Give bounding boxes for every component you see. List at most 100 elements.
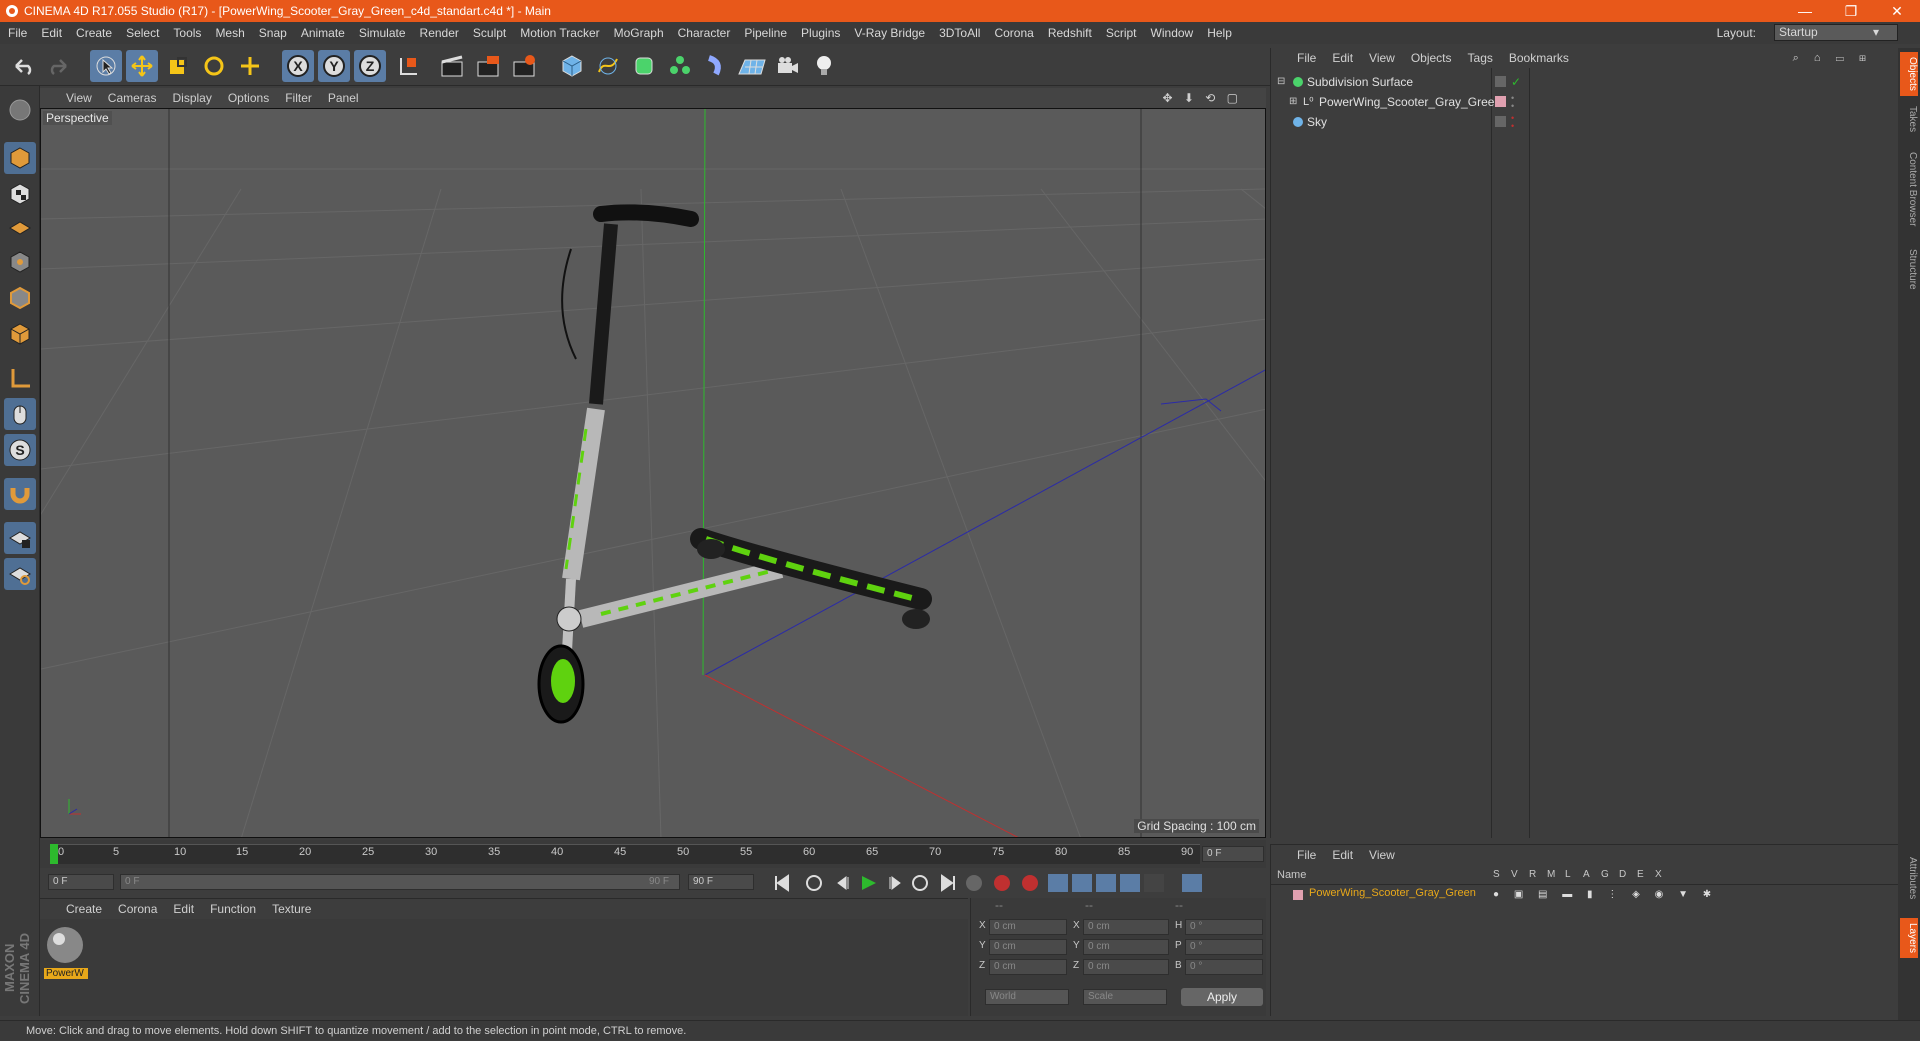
tab-takes[interactable]: Takes (1900, 104, 1918, 134)
add-spline-button[interactable] (592, 50, 624, 82)
tab-content-browser[interactable]: Content Browser (1900, 144, 1918, 234)
minimize-button[interactable]: — (1782, 0, 1828, 22)
material-menu-edit[interactable]: Edit (173, 902, 194, 916)
rotate-tool-button[interactable] (198, 50, 230, 82)
polygons-mode-button[interactable] (4, 318, 36, 350)
menu-window[interactable]: Window (1151, 26, 1194, 40)
menu-motion-tracker[interactable]: Motion Tracker (520, 26, 599, 40)
viewport-nav-icons[interactable]: ✥ ⬇ ⟲ ▢ (1162, 91, 1242, 105)
visibility-icon[interactable] (1495, 116, 1506, 127)
undo-button[interactable] (8, 50, 40, 82)
layers-menu-edit[interactable]: Edit (1332, 848, 1353, 862)
add-mograph-button[interactable] (664, 50, 696, 82)
menu-sculpt[interactable]: Sculpt (473, 26, 506, 40)
size-mode-select[interactable]: Scale (1083, 989, 1167, 1005)
y-axis-lock-button[interactable]: Y (318, 50, 350, 82)
menu-script[interactable]: Script (1106, 26, 1137, 40)
points-mode-button[interactable] (4, 246, 36, 278)
material-menu-corona[interactable]: Corona (118, 902, 157, 916)
end-frame-field[interactable]: 90 F (688, 874, 754, 890)
add-light-button[interactable] (808, 50, 840, 82)
menu-snap[interactable]: Snap (259, 26, 287, 40)
render-picture-viewer-button[interactable] (472, 50, 504, 82)
add-cube-button[interactable] (556, 50, 588, 82)
layers-menu-file[interactable]: File (1297, 848, 1316, 862)
workplane-lock-button[interactable] (4, 522, 36, 554)
z-axis-lock-button[interactable]: Z (354, 50, 386, 82)
model-mode-button[interactable] (4, 142, 36, 174)
object-row-sky[interactable]: Sky • • (1271, 112, 1899, 132)
visibility-icon[interactable] (1495, 76, 1506, 87)
menu-help[interactable]: Help (1207, 26, 1232, 40)
playhead-marker[interactable] (50, 844, 58, 864)
snap-button[interactable]: S (4, 434, 36, 466)
viewport-menu-cameras[interactable]: Cameras (108, 91, 157, 105)
material-menu-create[interactable]: Create (66, 902, 102, 916)
material-menu-function[interactable]: Function (210, 902, 256, 916)
menu-file[interactable]: File (8, 26, 27, 40)
workplane-mode-button[interactable] (4, 210, 36, 242)
expand-icon[interactable]: ⊞ (1289, 92, 1297, 112)
add-environment-button[interactable] (736, 50, 768, 82)
menu-mograph[interactable]: MoGraph (614, 26, 664, 40)
viewport-menu-filter[interactable]: Filter (285, 91, 312, 105)
axis-mode-button[interactable] (4, 362, 36, 394)
menu-corona[interactable]: Corona (994, 26, 1033, 40)
position-y-field[interactable]: 0 cm (989, 939, 1067, 955)
objects-menu-tags[interactable]: Tags (1468, 51, 1493, 65)
move-tool-button[interactable] (126, 50, 158, 82)
menu-edit[interactable]: Edit (41, 26, 62, 40)
add-deformer-button[interactable] (700, 50, 732, 82)
material-menu-texture[interactable]: Texture (272, 902, 311, 916)
coordinate-space-select[interactable]: World (985, 989, 1069, 1005)
rotation-b-field[interactable]: 0 ° (1185, 959, 1263, 975)
render-settings-button[interactable] (508, 50, 540, 82)
add-generator-button[interactable] (628, 50, 660, 82)
position-x-field[interactable]: 0 cm (989, 919, 1067, 935)
tab-objects[interactable]: Objects (1900, 52, 1918, 96)
timeline-ruler[interactable]: 0 5 10 15 20 25 30 35 40 45 50 55 60 65 … (40, 840, 1266, 868)
menu-create[interactable]: Create (76, 26, 112, 40)
layer-toggle-icons[interactable]: ● ▣ ▤ ▬ ▮ ⋮ ◈ ◉ ▼ ✱ (1493, 889, 1717, 900)
tab-layers[interactable]: Layers (1900, 918, 1918, 958)
rotation-h-field[interactable]: 0 ° (1185, 919, 1263, 935)
texture-mode-button[interactable] (4, 178, 36, 210)
menu-character[interactable]: Character (678, 26, 731, 40)
add-camera-button[interactable] (772, 50, 804, 82)
magnet-button[interactable] (4, 478, 36, 510)
layer-color-icon[interactable] (1495, 96, 1506, 107)
position-z-field[interactable]: 0 cm (989, 959, 1067, 975)
live-selection-button[interactable] (90, 50, 122, 82)
material-swatch[interactable]: PowerW (44, 925, 88, 979)
size-y-field[interactable]: 0 cm (1083, 939, 1169, 955)
workplane-align-button[interactable] (4, 558, 36, 590)
layers-menu-view[interactable]: View (1369, 848, 1395, 862)
objects-menu-edit[interactable]: Edit (1332, 51, 1353, 65)
scale-tool-button[interactable] (162, 50, 194, 82)
tweak-mode-button[interactable] (4, 398, 36, 430)
layout-select[interactable]: Startup ▾ (1774, 24, 1898, 41)
tab-structure[interactable]: Structure (1900, 244, 1918, 294)
menu-redshift[interactable]: Redshift (1048, 26, 1092, 40)
viewport-menu-view[interactable]: View (66, 91, 92, 105)
start-frame-field[interactable]: 0 F (48, 874, 114, 890)
current-frame-field[interactable]: 0 F (1202, 846, 1264, 862)
redo-button[interactable] (42, 50, 74, 82)
objects-menu-view[interactable]: View (1369, 51, 1395, 65)
frame-range-slider[interactable]: 0 F 90 F (120, 874, 680, 890)
object-row-scooter[interactable]: ⊞ L⁰ PowerWing_Scooter_Gray_Green • • (1271, 92, 1899, 112)
menu-pipeline[interactable]: Pipeline (744, 26, 787, 40)
edges-mode-button[interactable] (4, 282, 36, 314)
x-axis-lock-button[interactable]: X (282, 50, 314, 82)
menu-simulate[interactable]: Simulate (359, 26, 406, 40)
menu-render[interactable]: Render (420, 26, 459, 40)
tab-attributes[interactable]: Attributes (1900, 848, 1918, 908)
coordinate-system-button[interactable] (392, 50, 424, 82)
menu-mesh[interactable]: Mesh (215, 26, 244, 40)
size-z-field[interactable]: 0 cm (1083, 959, 1169, 975)
visibility-dots-icon[interactable]: • • (1511, 94, 1514, 111)
close-button[interactable]: ✕ (1874, 0, 1920, 22)
viewport-menu-panel[interactable]: Panel (328, 91, 359, 105)
objects-menu-objects[interactable]: Objects (1411, 51, 1452, 65)
menu-animate[interactable]: Animate (301, 26, 345, 40)
